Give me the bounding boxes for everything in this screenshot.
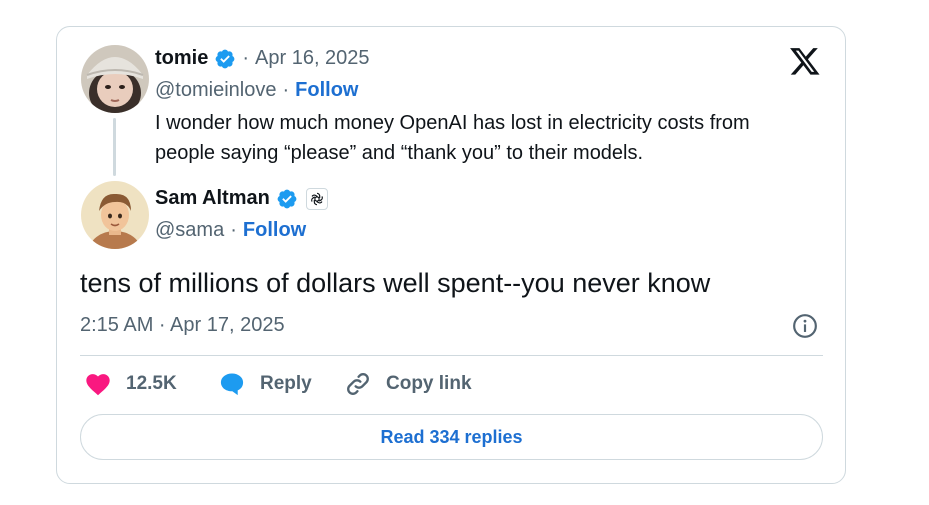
- quoted-handle-row: @tomieinlove · Follow: [155, 79, 358, 102]
- reply-timestamp[interactable]: 2:15 AM · Apr 17, 2025: [80, 314, 285, 337]
- quoted-follow-link[interactable]: Follow: [295, 79, 358, 102]
- reply-label: Reply: [260, 373, 312, 394]
- thread-connector-line: [113, 118, 116, 176]
- read-replies-label: Read 334 replies: [380, 426, 523, 447]
- openai-logo-icon: [305, 187, 328, 210]
- separator-dot: ·: [230, 219, 237, 241]
- verified-badge-icon: [276, 188, 298, 210]
- x-logo-icon[interactable]: [788, 45, 822, 77]
- info-icon[interactable]: [792, 313, 818, 339]
- tomie-avatar[interactable]: [81, 45, 149, 113]
- sam-altman-avatar[interactable]: [81, 181, 149, 249]
- quoted-tweet-header: tomie · Apr 16, 2025: [155, 47, 370, 70]
- reply-follow-link[interactable]: Follow: [243, 219, 306, 242]
- like-count: 12.5K: [126, 373, 177, 394]
- copy-link-button[interactable]: Copy link: [344, 370, 472, 398]
- reply-button[interactable]: Reply: [218, 370, 312, 398]
- quoted-date[interactable]: Apr 16, 2025: [255, 47, 370, 70]
- like-button[interactable]: 12.5K: [84, 370, 177, 398]
- divider: [80, 355, 823, 356]
- quoted-handle[interactable]: @tomieinlove: [155, 79, 276, 102]
- separator-dot: ·: [282, 79, 290, 101]
- quoted-tweet-text: I wonder how much money OpenAI has lost …: [155, 112, 750, 164]
- link-icon: [344, 370, 372, 398]
- separator-dot: ·: [242, 47, 250, 69]
- reply-bubble-icon: [218, 370, 246, 398]
- reply-author-name[interactable]: Sam Altman: [155, 187, 270, 210]
- reply-handle-row: @sama · Follow: [155, 219, 306, 242]
- copy-link-label: Copy link: [386, 373, 472, 394]
- reply-tweet-header: Sam Altman: [155, 187, 328, 210]
- quoted-author-name[interactable]: tomie: [155, 47, 208, 70]
- read-replies-button[interactable]: Read 334 replies: [80, 414, 823, 460]
- reply-tweet-text: tens of millions of dollars well spent--…: [80, 268, 711, 298]
- verified-badge-icon: [214, 48, 236, 70]
- reply-handle[interactable]: @sama: [155, 219, 224, 242]
- heart-icon: [84, 370, 112, 398]
